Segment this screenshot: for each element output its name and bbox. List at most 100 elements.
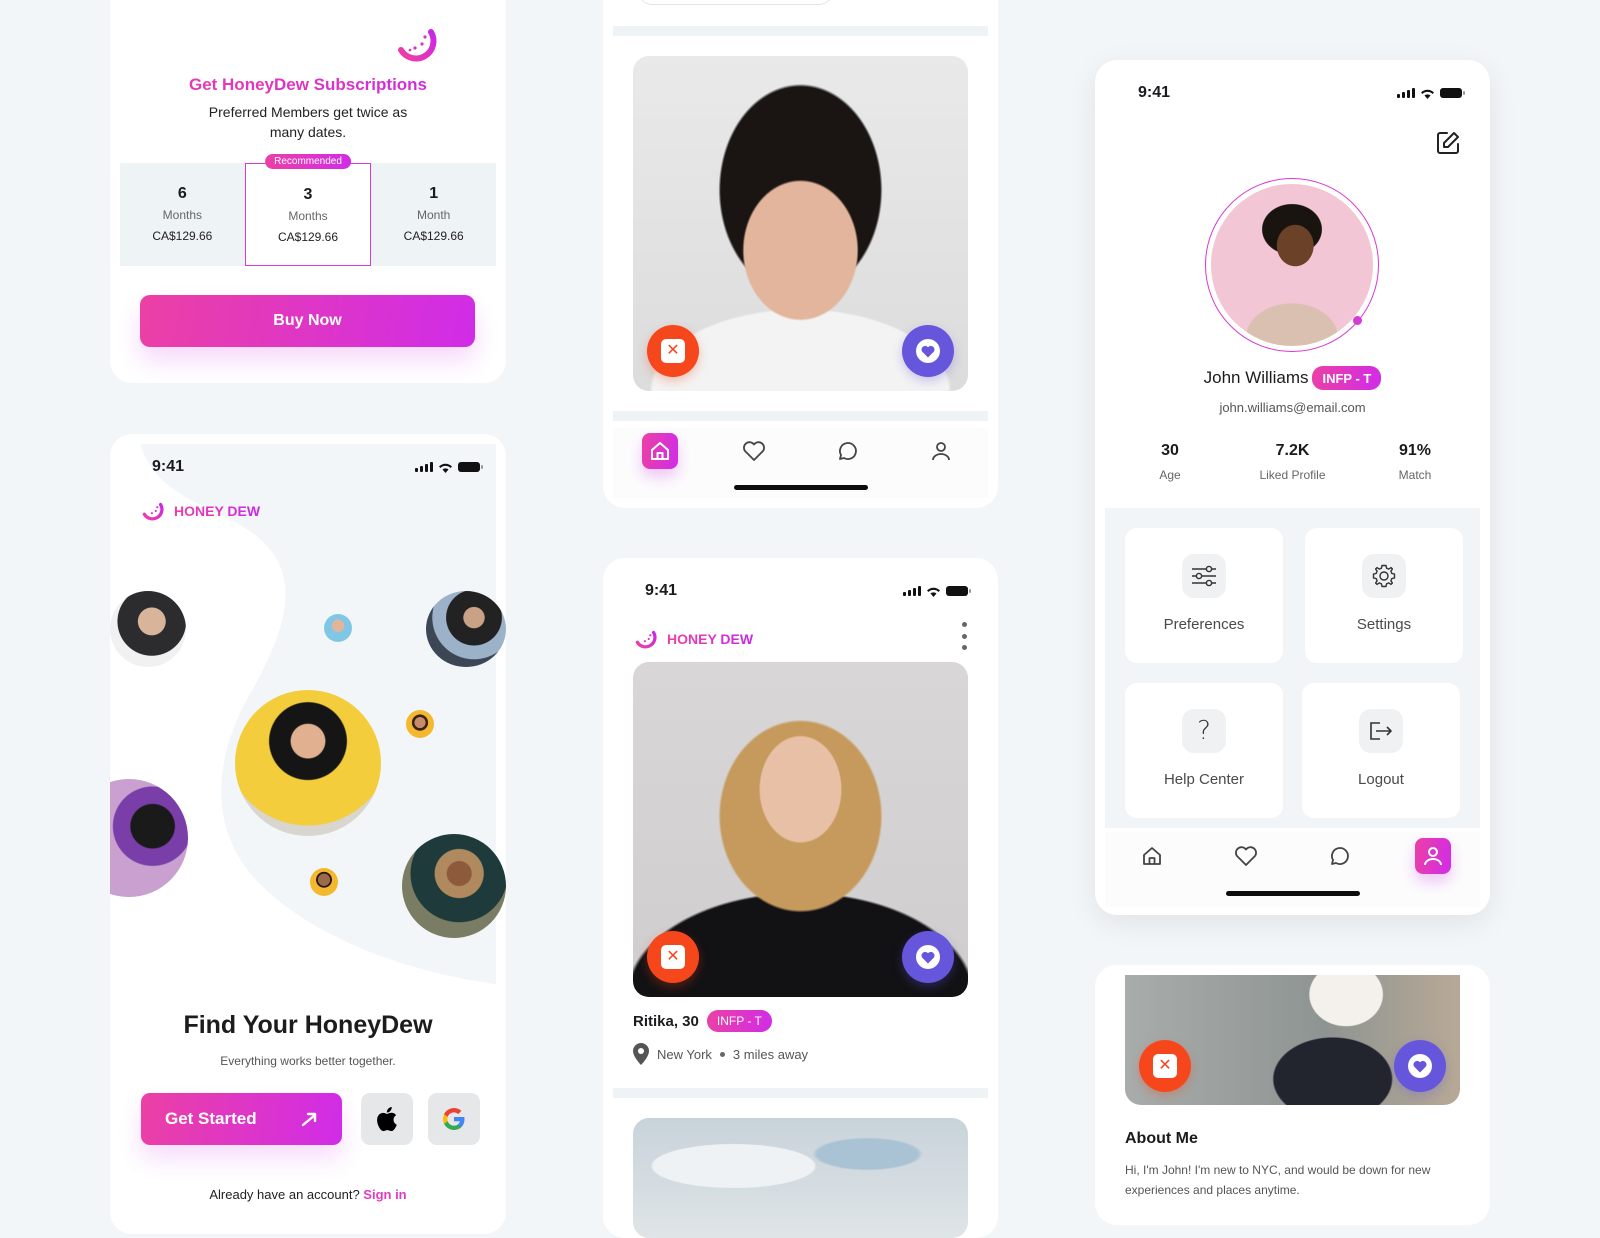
nav-profile[interactable] [1415,838,1452,874]
chat-icon [839,442,858,460]
close-icon: ✕ [1153,1054,1177,1078]
stat-label: Match [1398,468,1432,482]
nav-home[interactable] [641,433,678,469]
status-bar: 9:41 [1095,73,1490,113]
avatar-bubble [402,834,506,938]
nav-likes[interactable] [1228,838,1264,874]
home-indicator [1226,891,1360,896]
personality-badge: INFP - T [706,1010,772,1032]
plan-option-3-months[interactable]: Recommended 3 Months CA$129.66 [244,154,372,266]
nav-likes[interactable] [736,433,772,469]
online-indicator [1353,316,1362,325]
location-pin-icon [633,1043,649,1065]
logout-icon [1370,722,1392,740]
plan-option-1-month[interactable]: 1 Month CA$129.66 [371,163,496,266]
section-divider [613,1088,988,1098]
stat-value: 7.2K [1275,442,1310,459]
honeydew-logo-icon [398,29,437,62]
avatar-bubble [310,868,338,896]
profile-avatar[interactable] [1211,184,1373,346]
stat-label: Liked Profile [1259,468,1326,482]
discover-screen: 9:41 HONEY DEW ✕ Ritika, 30 INFP - T New… [603,558,998,1238]
status-icons [903,586,971,597]
menu-label: Logout [1358,771,1404,788]
section-divider [613,411,988,421]
status-icons [1397,88,1465,99]
plan-unit: Months [288,209,328,223]
status-time: 9:41 [645,582,678,599]
google-signin-button[interactable] [428,1093,480,1145]
nav-profile[interactable] [923,433,959,469]
reject-button[interactable]: ✕ [647,931,699,983]
menu-settings[interactable]: Settings [1305,528,1463,663]
menu-label: Settings [1356,616,1412,633]
nav-chat[interactable] [829,433,865,469]
status-bar: 9:41 [603,571,998,611]
status-time: 9:41 [152,458,185,475]
apple-signin-button[interactable] [361,1093,413,1145]
menu-label: Preferences [1163,616,1245,633]
menu-grid: Preferences Settings ? Help Center Logou… [1105,508,1480,828]
user-icon [932,442,951,461]
like-button[interactable] [902,325,954,377]
profile-photo[interactable]: ✕ [633,662,968,997]
about-text: Hi, I'm John! I'm new to NYC, and would … [1125,1163,1431,1197]
buy-now-button[interactable]: Buy Now [140,295,475,347]
nav-chat[interactable] [1321,838,1357,874]
discover-screen-top: ✕ [603,0,998,508]
menu-help-center[interactable]: ? Help Center [1125,683,1283,818]
battery-icon [1440,88,1465,98]
avatar-bubble [235,690,381,836]
chat-icon [1331,847,1350,865]
separator-dot [719,1051,725,1057]
heart-outline-icon [742,441,765,461]
menu-preferences[interactable]: Preferences [1125,528,1283,663]
wifi-icon [927,587,940,597]
wifi-icon [439,463,452,473]
plan-price: CA$129.66 [152,229,213,243]
avatar-bubble [110,591,186,667]
edit-profile-icon[interactable] [1435,130,1461,156]
menu-logout[interactable]: Logout [1302,683,1460,818]
reject-button[interactable]: ✕ [1139,1040,1191,1092]
honeydew-logo-icon [635,630,657,649]
profile-avatar-ring [1205,178,1379,352]
wifi-icon [1421,89,1434,99]
stat-match: 91% Match [1360,442,1470,482]
profile-header: John Williams INFP - T [1095,366,1490,390]
plan-count: 1 [429,185,439,202]
status-time: 9:41 [1138,84,1171,101]
nav-home[interactable] [1134,838,1170,874]
profile-photo[interactable]: ✕ [633,56,968,391]
reject-button[interactable]: ✕ [647,325,699,377]
plan-count: 3 [303,186,313,203]
profile-stats: 30 Age 7.2K Liked Profile 91% Match [1115,442,1470,482]
like-button[interactable] [902,931,954,983]
search-field-partial[interactable] [638,0,833,5]
stat-label: Age [1159,468,1181,482]
battery-icon [946,586,971,596]
heart-icon [1408,1054,1432,1078]
sliders-icon [1192,565,1216,587]
gear-icon [1372,564,1396,588]
home-indicator [734,485,868,490]
question-mark-icon: ? [1197,716,1211,746]
next-profile-photo[interactable] [633,1118,968,1238]
plan-options: 6 Months CA$129.66 Recommended 3 Months … [120,154,496,266]
like-button[interactable] [1394,1040,1446,1092]
apple-icon [377,1107,397,1131]
avatar-bubble [426,591,506,667]
close-icon: ✕ [661,945,685,969]
status-icons [415,462,483,473]
signal-icon [415,462,433,472]
get-started-button[interactable]: Get Started [141,1093,342,1145]
profile-location: New York 3 miles away [633,1043,808,1065]
profile-photo[interactable]: ✕ [1125,975,1460,1105]
profile-detail-screen: ✕ About Me Hi, I'm John! I'm new to NYC,… [1095,965,1490,1225]
account-screen: 9:41 John Williams INFP - T john.william… [1095,60,1490,915]
plan-option-6-months[interactable]: 6 Months CA$129.66 [120,163,245,266]
home-icon [650,442,669,460]
section-divider [613,26,988,36]
more-options-button[interactable] [959,622,969,650]
onboarding-tagline: Everything works better together. [220,1054,396,1068]
